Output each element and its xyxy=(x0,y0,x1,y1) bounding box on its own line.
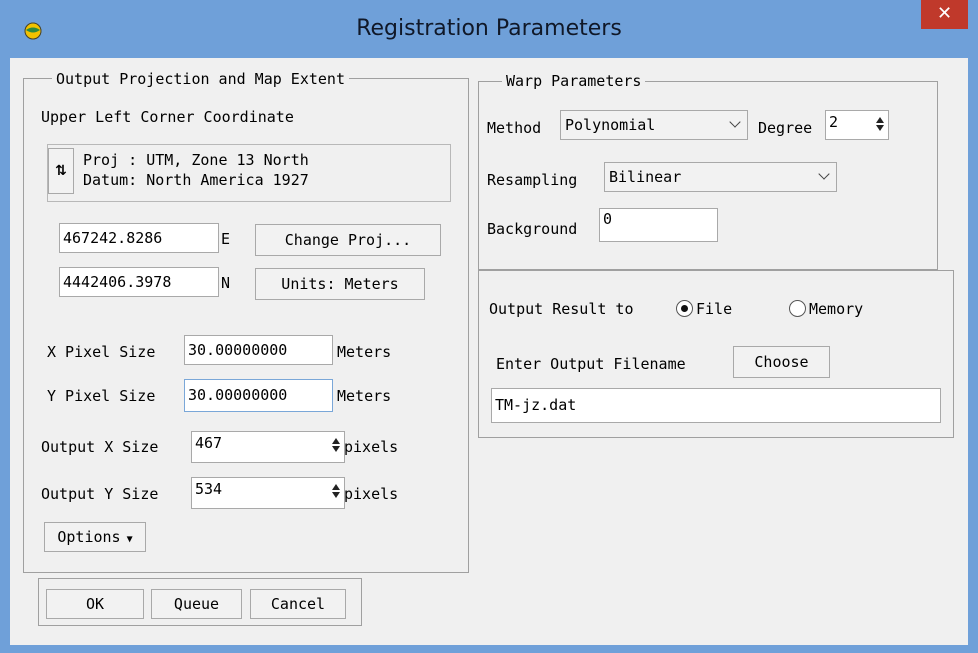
background-input[interactable]: 0 xyxy=(599,208,718,242)
y-pixel-label: Y Pixel Size xyxy=(47,387,156,405)
x-pixel-size-input[interactable]: 30.00000000 xyxy=(184,335,333,365)
degree-input[interactable]: 2 xyxy=(825,110,889,140)
northing-input[interactable]: 4442406.3978 xyxy=(59,267,219,297)
method-select[interactable]: Polynomial xyxy=(560,110,748,140)
datum-line: Datum: North America 1927 xyxy=(83,171,309,189)
resampling-value: Bilinear xyxy=(609,168,682,186)
method-label: Method xyxy=(487,119,542,137)
cancel-button[interactable]: Cancel xyxy=(250,589,346,619)
spinner-icon[interactable] xyxy=(874,114,886,134)
degree-value: 2 xyxy=(829,113,839,131)
resampling-label: Resampling xyxy=(487,171,578,189)
options-label: Options xyxy=(57,528,121,546)
window-title: Registration Parameters xyxy=(356,16,622,41)
x-pixel-unit: Meters xyxy=(337,343,392,361)
output-x-label: Output X Size xyxy=(41,438,159,456)
close-button[interactable]: ✕ xyxy=(921,0,968,29)
file-radio[interactable] xyxy=(676,300,693,317)
upper-left-label: Upper Left Corner Coordinate xyxy=(41,108,294,126)
output-y-size-value: 534 xyxy=(195,480,223,498)
swap-coordinates-button[interactable]: ⇅ xyxy=(48,148,74,194)
file-label[interactable]: File xyxy=(696,300,732,318)
memory-label[interactable]: Memory xyxy=(809,300,863,318)
background-label: Background xyxy=(487,220,578,238)
options-button[interactable]: Options ▼ xyxy=(44,522,146,552)
output-x-size-value: 467 xyxy=(195,434,223,452)
queue-button[interactable]: Queue xyxy=(151,589,242,619)
units-button[interactable]: Units: Meters xyxy=(255,268,425,300)
output-x-size-input[interactable]: 467 xyxy=(191,431,345,463)
memory-radio[interactable] xyxy=(789,300,806,317)
output-y-unit: pixels xyxy=(344,485,399,503)
dropdown-arrow-icon: ▼ xyxy=(120,534,133,545)
output-result-label: Output Result to xyxy=(489,300,634,318)
output-filename-input[interactable]: TM-jz.dat xyxy=(491,388,941,423)
chevron-down-icon xyxy=(818,168,830,180)
spinner-icon[interactable] xyxy=(330,435,342,455)
title-bar[interactable]: Registration Parameters ✕ xyxy=(0,0,978,58)
close-icon: ✕ xyxy=(936,3,953,24)
swap-arrows-icon: ⇅ xyxy=(55,163,67,179)
dialog-body: Output Projection and Map Extent Upper L… xyxy=(10,58,968,645)
northing-unit: N xyxy=(221,274,231,292)
warp-parameters-legend: Warp Parameters xyxy=(502,72,646,90)
output-projection-legend: Output Projection and Map Extent xyxy=(52,70,349,88)
resampling-select[interactable]: Bilinear xyxy=(604,162,837,192)
filename-label: Enter Output Filename xyxy=(496,355,686,373)
dialog-window: Registration Parameters ✕ Output Project… xyxy=(0,0,978,653)
proj-line: Proj : UTM, Zone 13 North xyxy=(83,151,309,169)
y-pixel-unit: Meters xyxy=(337,387,392,405)
choose-button[interactable]: Choose xyxy=(733,346,830,378)
spinner-icon[interactable] xyxy=(330,481,342,501)
chevron-down-icon xyxy=(729,116,741,128)
change-proj-button[interactable]: Change Proj... xyxy=(255,224,441,256)
ok-button[interactable]: OK xyxy=(46,589,144,619)
easting-input[interactable]: 467242.8286 xyxy=(59,223,219,253)
output-x-unit: pixels xyxy=(344,438,399,456)
degree-label: Degree xyxy=(758,119,813,137)
easting-unit: E xyxy=(221,230,231,248)
x-pixel-label: X Pixel Size xyxy=(47,343,156,361)
y-pixel-size-input[interactable]: 30.00000000 xyxy=(184,379,333,412)
method-value: Polynomial xyxy=(565,116,656,134)
output-y-label: Output Y Size xyxy=(41,485,159,503)
output-y-size-input[interactable]: 534 xyxy=(191,477,345,509)
